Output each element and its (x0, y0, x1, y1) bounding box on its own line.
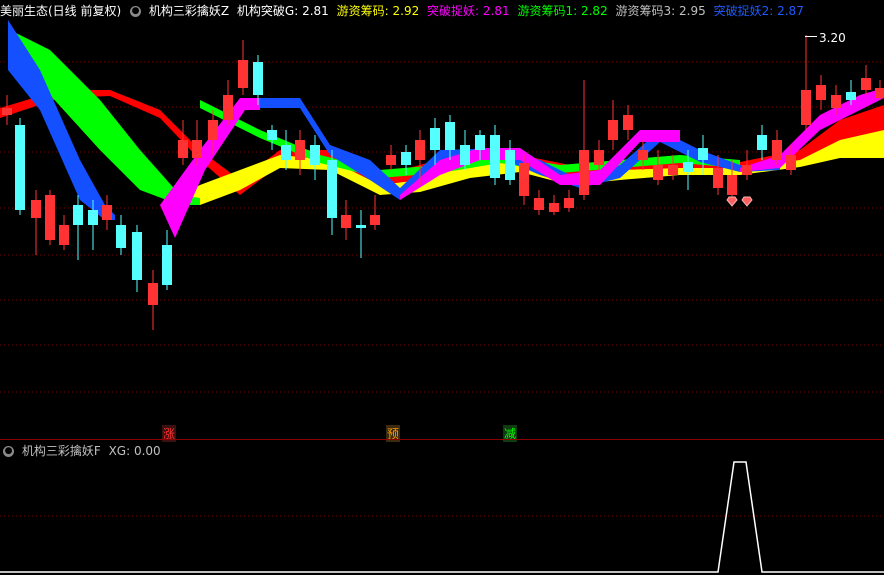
candle-body (549, 203, 559, 212)
candle-body (295, 140, 305, 160)
candle-body (132, 232, 142, 280)
candle-body (772, 140, 782, 160)
candle-body (475, 135, 485, 150)
candle-body (2, 108, 12, 115)
candle-body (310, 145, 320, 165)
candle-body (59, 225, 69, 245)
candle-body (861, 78, 871, 90)
candle-body (178, 140, 188, 158)
candle-body (875, 88, 884, 98)
candle-body (386, 155, 396, 165)
indicator-value-4: 游资筹码3: 2.95 (615, 4, 706, 18)
candle-body (534, 198, 544, 210)
indicator-bands (0, 20, 884, 238)
candle-body (460, 145, 470, 165)
candle-body (594, 150, 604, 165)
candle-body (564, 198, 574, 208)
band-green (10, 30, 200, 205)
stock-title: 美丽生态(日线 前复权) (0, 4, 122, 18)
candle-body (727, 175, 737, 195)
candle-body (253, 62, 263, 95)
candle-body (208, 120, 218, 140)
candle-body (668, 165, 678, 175)
main-header: 美丽生态(日线 前复权) ● 机构三彩擒妖Z 机构突破G: 2.81 游资筹码:… (0, 0, 808, 22)
candle-body (638, 150, 648, 160)
indicator-value-0: 机构突破G: 2.81 (236, 4, 329, 18)
candle-body (683, 162, 693, 172)
sub-indicator-name[interactable]: 机构三彩擒妖F (22, 444, 101, 458)
candle-body (490, 135, 500, 178)
candle-body (786, 155, 796, 170)
candle-body (653, 165, 663, 180)
candle-body (430, 128, 440, 150)
sub-indicator-plot (0, 461, 884, 573)
candle-body (608, 120, 618, 140)
candle-body (31, 200, 41, 218)
xg-line (0, 461, 884, 573)
candle-body (623, 115, 633, 130)
candle-body (238, 60, 248, 88)
indicator-value-5: 突破捉妖2: 2.87 (713, 4, 804, 18)
candle-body (327, 160, 337, 218)
settings-icon[interactable]: ● (130, 6, 142, 17)
high-price-pointer (805, 36, 817, 37)
candle-body (45, 195, 55, 240)
candle-body (162, 245, 172, 285)
sub-indicator-value: XG: 0.00 (108, 444, 161, 458)
indicator-name[interactable]: 机构三彩擒妖Z (149, 4, 229, 18)
indicator-value-3: 游资筹码1: 2.82 (517, 4, 608, 18)
candle-body (281, 145, 291, 160)
candle-body (341, 215, 351, 228)
signal-markers (726, 196, 753, 207)
candle-body (445, 122, 455, 150)
candle-body (831, 95, 841, 108)
candle-body (192, 140, 202, 158)
candle-body (801, 90, 811, 125)
candle-body (267, 130, 277, 140)
candle-body (505, 150, 515, 180)
candle-body (519, 163, 529, 196)
candle-body (88, 210, 98, 225)
candle-body (579, 150, 589, 195)
diamond-marker (741, 196, 753, 207)
candle-body (356, 225, 366, 228)
candle-body (102, 205, 112, 220)
candle-body (15, 125, 25, 210)
high-price-label: 3.20 (819, 31, 846, 45)
candle-body (415, 140, 425, 160)
candle-body (116, 225, 126, 248)
candle-body (370, 215, 380, 225)
diamond-marker (726, 196, 738, 207)
candle-body (742, 165, 752, 175)
sub-header: ● 机构三彩擒妖F XG: 0.00 (0, 440, 165, 462)
candle-body (73, 205, 83, 225)
indicator-value-1: 游资筹码: 2.92 (336, 4, 420, 18)
candle-body (148, 283, 158, 305)
candle-body (757, 135, 767, 150)
chart-canvas[interactable] (0, 0, 884, 575)
candle-body (713, 168, 723, 188)
candle-body (401, 152, 411, 165)
candle-body (698, 148, 708, 160)
candle-body (223, 95, 233, 120)
sub-settings-icon[interactable]: ● (3, 446, 14, 457)
candle-body (846, 92, 856, 100)
candle-body (816, 85, 826, 100)
indicator-value-2: 突破捉妖: 2.81 (427, 4, 510, 18)
